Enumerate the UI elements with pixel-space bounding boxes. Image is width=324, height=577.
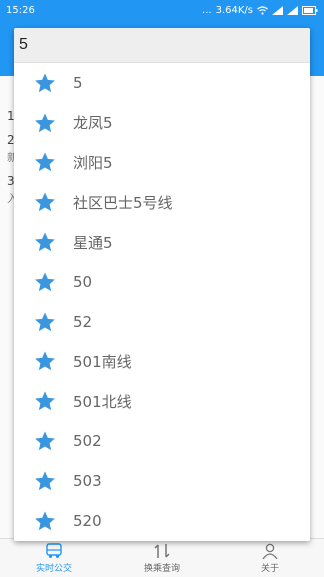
suggestion-item[interactable]: 52: [14, 302, 310, 342]
star-icon[interactable]: [34, 390, 56, 412]
suggestion-label: 浏阳5: [73, 153, 113, 172]
transfer-icon: [154, 543, 170, 558]
battery-icon: [302, 5, 318, 15]
suggestion-label: 502: [73, 432, 102, 451]
nav-item-transfer[interactable]: 换乘查询: [122, 543, 202, 574]
star-icon[interactable]: [34, 510, 56, 532]
suggestion-item[interactable]: 5: [14, 63, 310, 103]
star-icon[interactable]: [34, 470, 56, 492]
suggestion-list: 5 龙凤5 浏阳5 社区巴士5号线 星通5 50 52 501南线 501北线 502 503 520: [14, 63, 310, 541]
network-speed: 3.64K/s: [215, 4, 253, 16]
suggestion-item[interactable]: 520: [14, 501, 310, 541]
star-icon[interactable]: [34, 430, 56, 452]
star-icon[interactable]: [34, 191, 56, 213]
suggestion-label: 501北线: [73, 392, 132, 411]
bottom-nav: 实时公交 换乘查询 关于: [0, 538, 324, 577]
suggestion-item[interactable]: 501北线: [14, 381, 310, 421]
suggestion-item[interactable]: 50: [14, 262, 310, 302]
star-icon[interactable]: [34, 151, 56, 173]
status-dots: ...: [202, 4, 212, 16]
search-box: [14, 28, 310, 63]
status-time: 15:26: [6, 4, 35, 16]
star-icon[interactable]: [34, 231, 56, 253]
signal-icon: [272, 5, 283, 15]
star-icon[interactable]: [34, 350, 56, 372]
suggestion-label: 501南线: [73, 352, 132, 371]
suggestion-label: 520: [73, 511, 102, 530]
status-bar: 15:26 ... 3.64K/s: [0, 0, 324, 20]
nav-label: 关于: [260, 563, 279, 574]
bus-icon: [46, 542, 62, 558]
suggestion-item[interactable]: 龙凤5: [14, 103, 310, 143]
suggestion-label: 50: [73, 272, 93, 291]
suggestion-label: 星通5: [73, 233, 113, 252]
suggestion-label: 龙凤5: [73, 114, 113, 133]
suggestion-label: 5: [73, 73, 83, 92]
search-input[interactable]: [14, 28, 310, 62]
suggestion-label: 52: [73, 312, 93, 331]
star-icon[interactable]: [34, 271, 56, 293]
nav-item-about[interactable]: 关于: [230, 543, 310, 574]
status-icons: ... 3.64K/s: [202, 5, 318, 16]
nav-label: 实时公交: [35, 563, 72, 574]
star-icon[interactable]: [34, 112, 56, 134]
wifi-icon: [257, 5, 268, 15]
person-icon: [262, 543, 278, 559]
suggestion-item[interactable]: 社区巴士5号线: [14, 182, 310, 222]
suggestion-label: 社区巴士5号线: [73, 193, 173, 212]
suggestion-item[interactable]: 503: [14, 461, 310, 501]
star-icon[interactable]: [34, 311, 56, 333]
suggestion-item[interactable]: 501南线: [14, 342, 310, 382]
suggestion-item[interactable]: 浏阳5: [14, 143, 310, 183]
nav-label: 换乘查询: [143, 563, 180, 574]
suggestion-item[interactable]: 星通5: [14, 222, 310, 262]
nav-item-realtime-bus[interactable]: 实时公交: [14, 542, 94, 574]
suggestion-item[interactable]: 502: [14, 421, 310, 461]
suggestion-label: 503: [73, 471, 102, 490]
star-icon[interactable]: [34, 72, 56, 94]
signal-icon: [287, 5, 298, 15]
search-suggestions-popup: 5 龙凤5 浏阳5 社区巴士5号线星通5 50 52 501南线 501北线 502 503 520: [14, 28, 310, 541]
